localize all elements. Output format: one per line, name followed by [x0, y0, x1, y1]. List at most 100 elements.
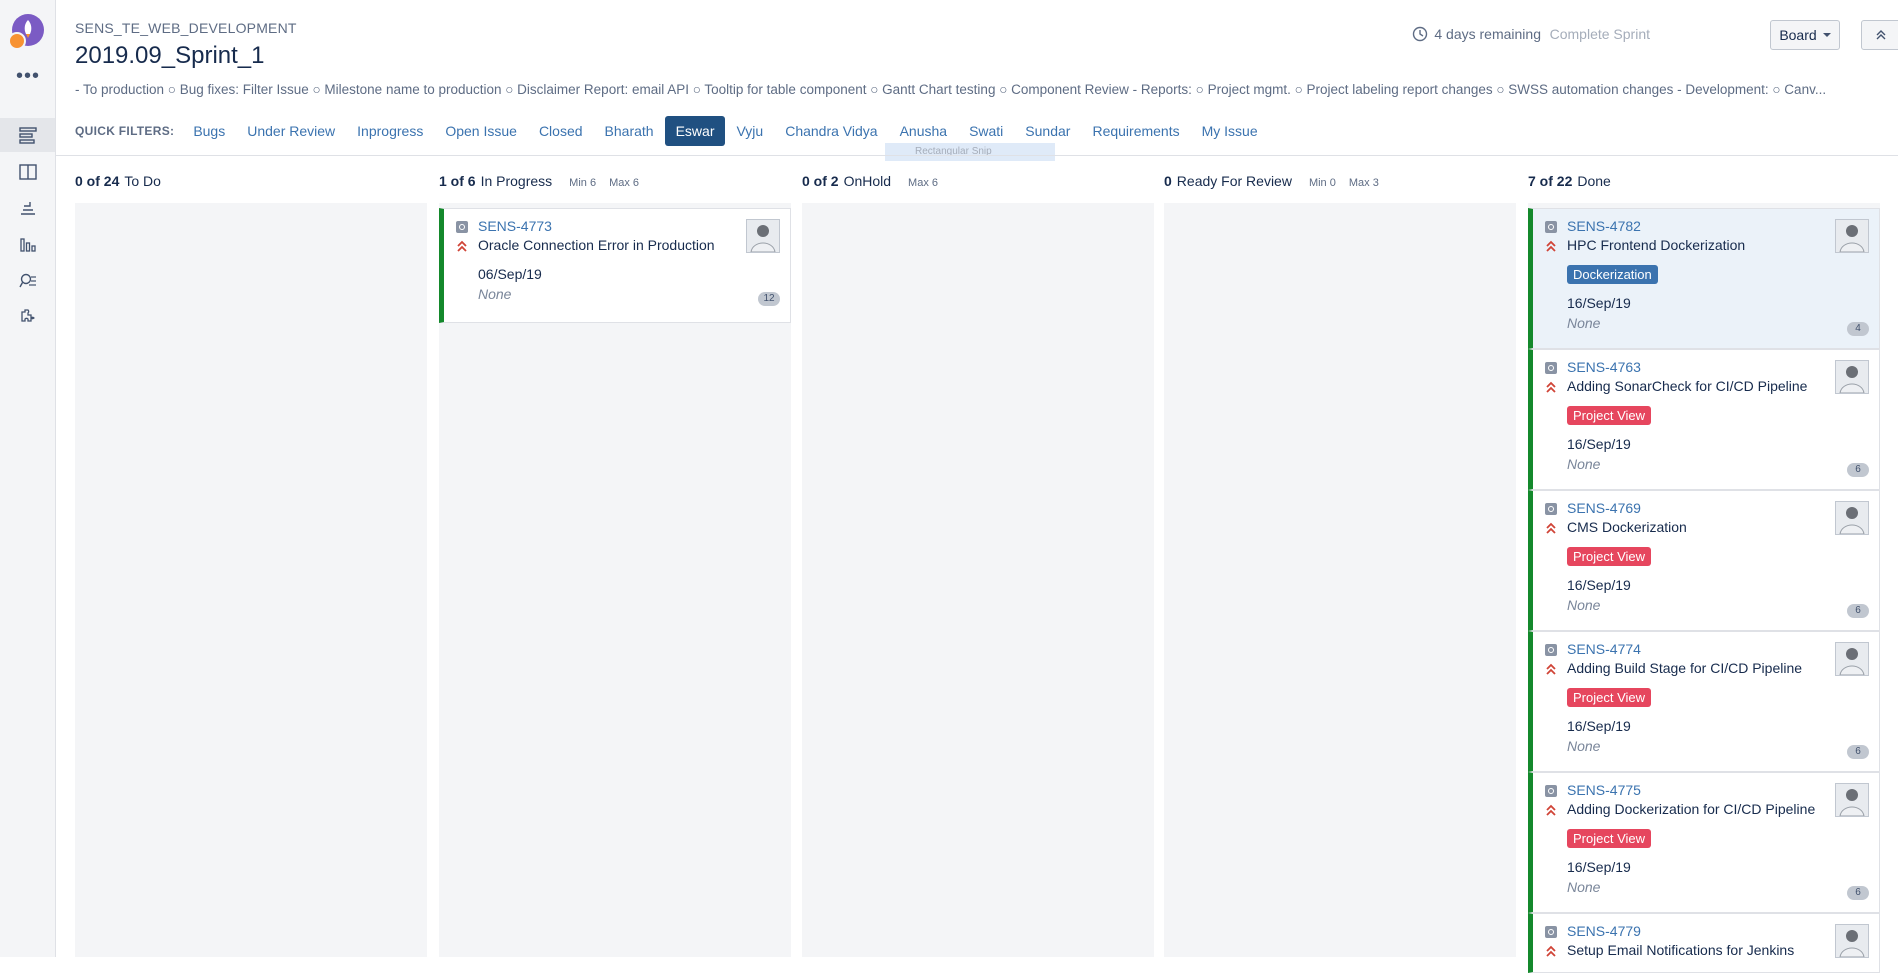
- issue-card[interactable]: SENS-4774 Adding Build Stage for CI/CD P…: [1528, 631, 1880, 772]
- releases-icon[interactable]: [0, 191, 55, 225]
- filter-under-review[interactable]: Under Review: [236, 116, 346, 146]
- filter-anusha[interactable]: Anusha: [889, 116, 958, 146]
- issues-search-icon[interactable]: [0, 264, 55, 298]
- remaining-text: 4 days remaining: [1434, 26, 1541, 42]
- column-max: Max 3: [1348, 177, 1379, 189]
- filter-chandra-vidya[interactable]: Chandra Vidya: [774, 116, 888, 146]
- column-header-onhold: 0 of 2 OnHold Max 6: [802, 173, 938, 189]
- issue-card[interactable]: SENS-4775 Adding Dockerization for CI/CD…: [1528, 772, 1880, 913]
- avatar[interactable]: [1835, 642, 1869, 676]
- issue-summary: Adding SonarCheck for CI/CD Pipeline: [1567, 378, 1808, 394]
- reports-icon[interactable]: [0, 228, 55, 262]
- chevron-down-icon: [1822, 33, 1831, 37]
- story-points-badge: 6: [1847, 604, 1869, 618]
- collapse-button[interactable]: [1861, 20, 1898, 50]
- filter-bugs[interactable]: Bugs: [182, 116, 236, 146]
- column-ready-for-review: [1164, 203, 1516, 957]
- issue-card[interactable]: SENS-4782 HPC Frontend Dockerization Doc…: [1528, 208, 1880, 349]
- snip-overlay: Rectangular Snip: [885, 143, 1055, 161]
- sidebar-rail: •••: [0, 0, 56, 957]
- story-points-badge: 6: [1847, 745, 1869, 759]
- filter-vyju[interactable]: Vyju: [725, 116, 774, 146]
- epic-label[interactable]: Project View: [1567, 688, 1652, 707]
- issue-summary: Adding Build Stage for CI/CD Pipeline: [1567, 660, 1803, 676]
- issue-key[interactable]: SENS-4769: [1567, 500, 1641, 516]
- story-type-icon: [1545, 503, 1557, 515]
- backlog-icon[interactable]: [0, 118, 55, 152]
- board-dropdown-button[interactable]: Board: [1770, 20, 1840, 50]
- avatar[interactable]: [1835, 360, 1869, 394]
- addons-icon[interactable]: [0, 300, 55, 334]
- column-done: SENS-4782 HPC Frontend Dockerization Doc…: [1528, 203, 1880, 973]
- issue-due: None: [1567, 597, 1601, 613]
- story-points-badge: 12: [758, 292, 780, 306]
- collapse-icon: [1876, 30, 1886, 40]
- complete-sprint-button[interactable]: Complete Sprint: [1550, 26, 1650, 42]
- column-min: Min 0: [1308, 177, 1336, 189]
- issue-card[interactable]: SENS-4763 Adding SonarCheck for CI/CD Pi…: [1528, 349, 1880, 490]
- issue-card[interactable]: SENS-4769 CMS Dockerization Project View…: [1528, 490, 1880, 631]
- epic-label[interactable]: Project View: [1567, 547, 1652, 566]
- project-name[interactable]: SENS_TE_WEB_DEVELOPMENT: [75, 20, 297, 36]
- avatar[interactable]: [1835, 219, 1869, 253]
- issue-card[interactable]: SENS-4779 Setup Email Notifications for …: [1528, 913, 1880, 973]
- issue-key[interactable]: SENS-4763: [1567, 359, 1641, 375]
- quick-filters-label: QUICK FILTERS:: [75, 124, 175, 138]
- issue-summary: Oracle Connection Error in Production: [478, 237, 715, 253]
- story-type-icon: [1545, 362, 1557, 374]
- sprint-remaining: 4 days remaining: [1412, 26, 1541, 42]
- quick-filters: QUICK FILTERS: Bugs Under Review Inprogr…: [75, 116, 1269, 146]
- issue-card[interactable]: SENS-4773 Oracle Connection Error in Pro…: [439, 208, 791, 323]
- highest-priority-icon: [1546, 381, 1556, 393]
- column-count: 1 of 6: [439, 173, 476, 189]
- epic-label[interactable]: Project View: [1567, 829, 1652, 848]
- issue-due: None: [1567, 738, 1601, 754]
- more-icon[interactable]: •••: [16, 66, 40, 86]
- story-type-icon: [1545, 221, 1557, 233]
- column-header-done: 7 of 22 Done: [1528, 173, 1611, 189]
- epic-label[interactable]: Project View: [1567, 406, 1652, 425]
- filter-closed[interactable]: Closed: [528, 116, 594, 146]
- clock-icon: [1413, 26, 1428, 42]
- sprint-title: 2019.09_Sprint_1: [75, 42, 265, 69]
- story-type-icon: [1545, 785, 1557, 797]
- column-header-ready-for-review: 0 Ready For Review Min 0 Max 3: [1164, 173, 1379, 189]
- highest-priority-icon: [1546, 522, 1556, 534]
- column-header-inprogress: 1 of 6 In Progress Min 6 Max 6: [439, 173, 639, 189]
- avatar[interactable]: [1835, 501, 1869, 535]
- filter-swati[interactable]: Swati: [958, 116, 1014, 146]
- issue-due: None: [1567, 879, 1601, 895]
- avatar[interactable]: [746, 219, 780, 253]
- filter-eswar[interactable]: Eswar: [664, 116, 726, 146]
- issue-key[interactable]: SENS-4774: [1567, 641, 1641, 657]
- filter-inprogress[interactable]: Inprogress: [346, 116, 434, 146]
- issue-date: 16/Sep/19: [1567, 718, 1631, 734]
- column-name: Done: [1577, 173, 1611, 189]
- issue-key[interactable]: SENS-4775: [1567, 782, 1641, 798]
- issue-key[interactable]: SENS-4782: [1567, 218, 1641, 234]
- filter-bharath[interactable]: Bharath: [594, 116, 665, 146]
- issue-summary: Setup Email Notifications for Jenkins: [1567, 942, 1795, 958]
- avatar[interactable]: [1835, 924, 1869, 958]
- issue-key[interactable]: SENS-4779: [1567, 923, 1641, 939]
- column-count: 0 of 24: [75, 173, 120, 189]
- column-inprogress: SENS-4773 Oracle Connection Error in Pro…: [439, 203, 791, 957]
- issue-due: None: [1567, 456, 1601, 472]
- board-dropdown-label: Board: [1779, 27, 1817, 43]
- filter-sundar[interactable]: Sundar: [1014, 116, 1081, 146]
- highest-priority-icon: [1546, 663, 1556, 675]
- avatar[interactable]: [1835, 783, 1869, 817]
- filter-requirements[interactable]: Requirements: [1081, 116, 1190, 146]
- filter-open-issue[interactable]: Open Issue: [434, 116, 528, 146]
- issue-date: 16/Sep/19: [1567, 436, 1631, 452]
- filter-my-issue[interactable]: My Issue: [1191, 116, 1269, 146]
- epic-label[interactable]: Dockerization: [1567, 265, 1658, 284]
- board-icon[interactable]: [0, 155, 55, 189]
- column-name: Ready For Review: [1176, 173, 1292, 189]
- sprint-goal: - To production ○ Bug fixes: Filter Issu…: [75, 82, 1827, 97]
- story-type-icon: [1545, 926, 1557, 938]
- column-header-todo: 0 of 24 To Do: [75, 173, 161, 189]
- issue-key[interactable]: SENS-4773: [478, 218, 552, 234]
- story-points-badge: 6: [1847, 463, 1869, 477]
- app-logo-icon[interactable]: [8, 14, 44, 50]
